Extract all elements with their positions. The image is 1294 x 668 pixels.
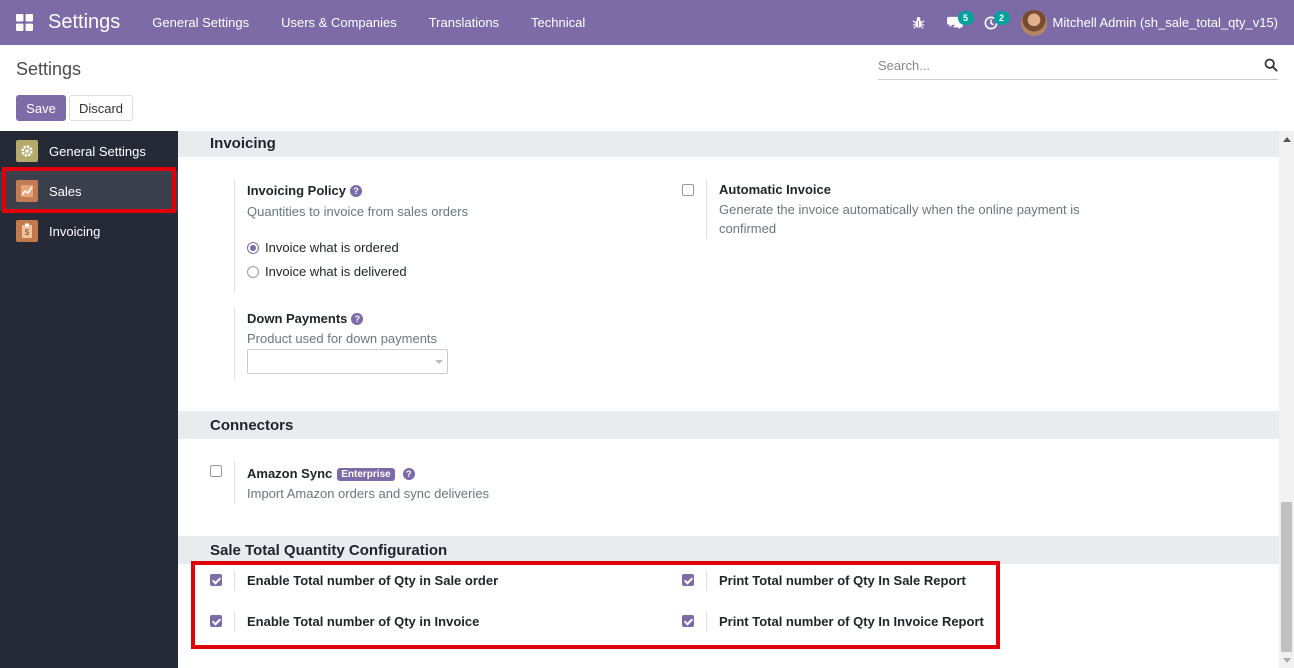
- section-heading-sale-total-qty: Sale Total Quantity Configuration: [178, 536, 1279, 564]
- radio-button[interactable]: [247, 241, 259, 254]
- settings-sidebar: General Settings Sales $ Invoicing: [0, 131, 178, 668]
- search-icon[interactable]: [1264, 58, 1278, 72]
- radio-label: Invoice what is delivered: [265, 264, 407, 279]
- discard-button[interactable]: Discard: [69, 95, 133, 121]
- print-qty-sale-report-label: Print Total number of Qty In Sale Report: [719, 573, 966, 588]
- save-button[interactable]: Save: [16, 95, 66, 121]
- print-qty-invoice-report-checkbox[interactable]: [682, 615, 694, 627]
- apps-menu-icon[interactable]: [0, 0, 48, 45]
- user-name: Mitchell Admin (sh_sale_total_qty_v15): [1052, 15, 1278, 30]
- enable-qty-invoice-checkbox[interactable]: [210, 615, 222, 627]
- divider: [234, 462, 235, 504]
- sales-chart-icon: [16, 180, 38, 202]
- activities-count-badge: 2: [993, 11, 1010, 25]
- divider: [706, 612, 707, 632]
- divider: [706, 571, 707, 591]
- menu-technical[interactable]: Technical: [515, 0, 601, 45]
- top-navbar: Settings General Settings Users & Compan…: [0, 0, 1294, 45]
- sidebar-item-general-settings[interactable]: General Settings: [0, 131, 178, 171]
- divider: [234, 612, 235, 632]
- invoicing-policy-label: Invoicing Policy?: [247, 183, 362, 198]
- section-heading-invoicing: Invoicing: [178, 131, 1279, 157]
- activities-clock-icon[interactable]: 2: [973, 0, 1010, 45]
- amazon-sync-label: Amazon Sync Enterprise?: [247, 466, 415, 481]
- enable-qty-sale-order-checkbox[interactable]: [210, 574, 222, 586]
- page-title: Settings: [16, 59, 82, 79]
- menu-translations[interactable]: Translations: [413, 0, 515, 45]
- content-scrollbar[interactable]: [1279, 131, 1294, 668]
- invoicing-policy-desc: Quantities to invoice from sales orders: [247, 204, 469, 219]
- amazon-sync-checkbox[interactable]: [210, 465, 222, 477]
- print-qty-sale-report-checkbox[interactable]: [682, 574, 694, 586]
- sidebar-item-label: General Settings: [49, 143, 146, 159]
- svg-text:$: $: [25, 228, 30, 237]
- sidebar-item-sales[interactable]: Sales: [0, 171, 178, 211]
- down-payment-product-select[interactable]: [247, 349, 448, 374]
- divider: [234, 308, 235, 379]
- user-menu[interactable]: Mitchell Admin (sh_sale_total_qty_v15): [1009, 0, 1294, 45]
- scroll-up-arrow-icon[interactable]: [1283, 137, 1291, 142]
- sidebar-item-label: Invoicing: [49, 223, 101, 239]
- down-payments-desc: Product used for down payments: [247, 331, 438, 346]
- invoice-icon: $: [16, 220, 38, 242]
- user-avatar: [1020, 9, 1047, 36]
- amazon-sync-desc: Import Amazon orders and sync deliveries: [247, 486, 490, 501]
- help-icon[interactable]: ?: [349, 185, 362, 197]
- radio-label: Invoice what is ordered: [265, 240, 399, 255]
- scrollbar-thumb[interactable]: [1281, 502, 1292, 652]
- sidebar-item-label: Sales: [49, 183, 82, 199]
- menu-general-settings[interactable]: General Settings: [136, 0, 265, 45]
- messages-count-badge: 5: [957, 11, 974, 25]
- search-input[interactable]: [878, 53, 1248, 78]
- settings-content: Invoicing Invoicing Policy? Quantities t…: [178, 131, 1279, 668]
- print-qty-invoice-report-label: Print Total number of Qty In Invoice Rep…: [719, 614, 984, 629]
- down-payments-label: Down Payments?: [247, 311, 364, 326]
- radio-button[interactable]: [247, 265, 259, 278]
- automatic-invoice-label: Automatic Invoice: [719, 182, 831, 197]
- radio-invoice-delivered[interactable]: Invoice what is delivered: [247, 264, 407, 279]
- messages-chat-icon[interactable]: 5: [937, 0, 974, 45]
- help-icon[interactable]: ?: [351, 313, 364, 325]
- divider: [234, 571, 235, 591]
- enable-qty-invoice-label: Enable Total number of Qty in Invoice: [247, 614, 480, 629]
- help-icon[interactable]: ?: [402, 468, 415, 480]
- section-heading-connectors: Connectors: [178, 411, 1279, 439]
- enterprise-badge: Enterprise: [337, 468, 395, 481]
- divider: [234, 180, 235, 292]
- app-brand[interactable]: Settings: [48, 11, 120, 34]
- scroll-down-arrow-icon[interactable]: [1283, 658, 1291, 663]
- debug-bug-icon[interactable]: [901, 0, 937, 45]
- automatic-invoice-desc: Generate the invoice automatically when …: [719, 202, 1080, 236]
- radio-invoice-ordered[interactable]: Invoice what is ordered: [247, 240, 399, 255]
- divider: [706, 180, 707, 239]
- gear-icon: [16, 140, 38, 162]
- menu-users-companies[interactable]: Users & Companies: [265, 0, 413, 45]
- enable-qty-sale-order-label: Enable Total number of Qty in Sale order: [247, 573, 499, 588]
- sidebar-item-invoicing[interactable]: $ Invoicing: [0, 211, 178, 251]
- automatic-invoice-checkbox[interactable]: [682, 184, 694, 196]
- search-bar: [878, 52, 1278, 80]
